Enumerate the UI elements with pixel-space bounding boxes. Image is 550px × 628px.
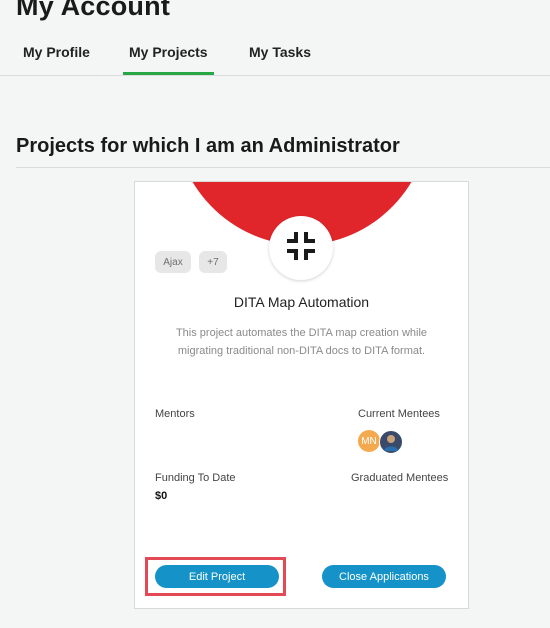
tag-more[interactable]: +7 [199, 251, 227, 273]
arrows-inward-icon [285, 230, 317, 267]
graduated-mentees-label: Graduated Mentees [351, 472, 449, 484]
tab-my-profile[interactable]: My Profile [17, 44, 96, 72]
section-divider [16, 167, 550, 168]
person-photo-icon [384, 435, 398, 451]
account-tabs: My Profile My Projects My Tasks [0, 36, 550, 76]
funding-label: Funding To Date [155, 472, 236, 484]
section-title: Projects for which I am an Administrator [16, 135, 400, 157]
project-title: DITA Map Automation [233, 294, 370, 310]
tag-ajax[interactable]: Ajax [155, 251, 191, 273]
funding-value: $0 [155, 490, 168, 502]
tab-my-tasks[interactable]: My Tasks [243, 44, 317, 72]
avatar[interactable]: MN [358, 430, 380, 452]
close-applications-button[interactable]: Close Applications [322, 565, 446, 588]
page-title: My Account [16, 0, 171, 21]
edit-project-highlight [145, 557, 286, 596]
project-logo [269, 216, 333, 280]
avatar[interactable] [379, 430, 403, 454]
mentors-label: Mentors [155, 408, 195, 420]
tab-my-projects[interactable]: My Projects [123, 44, 214, 75]
project-description: This project automates the DITA map crea… [175, 327, 428, 357]
avatar-initials: MN [361, 435, 377, 447]
current-mentees-label: Current Mentees [358, 408, 440, 420]
project-card: Ajax +7 DITA Map Automation This project… [134, 181, 469, 609]
